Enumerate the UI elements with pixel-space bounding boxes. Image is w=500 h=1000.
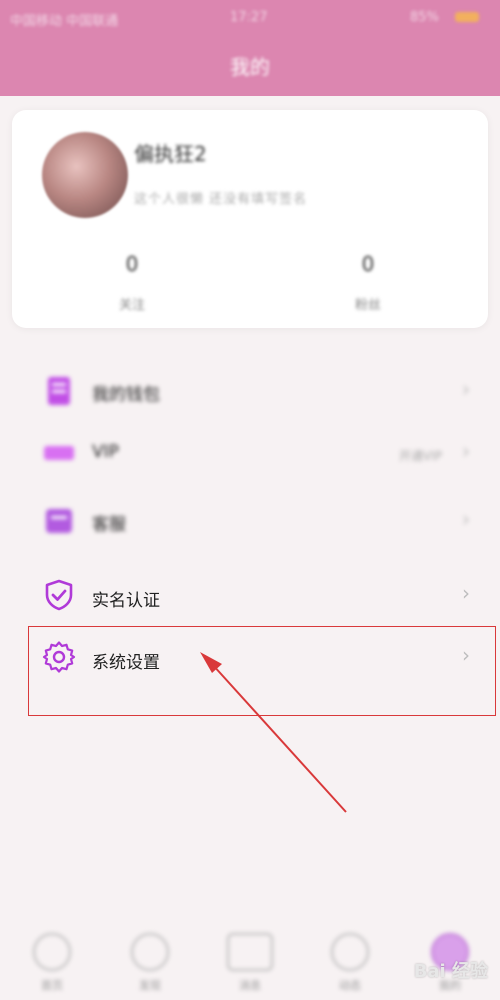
home-icon	[33, 933, 71, 971]
play-icon	[331, 933, 369, 971]
tab-home[interactable]: 首页	[22, 933, 82, 993]
tab-label: 消息	[239, 979, 261, 992]
message-icon	[227, 933, 273, 971]
tab-moments[interactable]: 动态	[320, 933, 380, 993]
tab-messages[interactable]: 消息	[220, 933, 280, 993]
tab-discover[interactable]: 发现	[120, 933, 180, 993]
watermark: Bai 经验	[413, 961, 488, 982]
tab-label: 动态	[339, 979, 361, 992]
bulb-icon	[131, 933, 169, 971]
tab-label: 首页	[41, 979, 63, 992]
arrow-annotation	[200, 652, 347, 813]
tab-label: 发现	[139, 979, 161, 992]
